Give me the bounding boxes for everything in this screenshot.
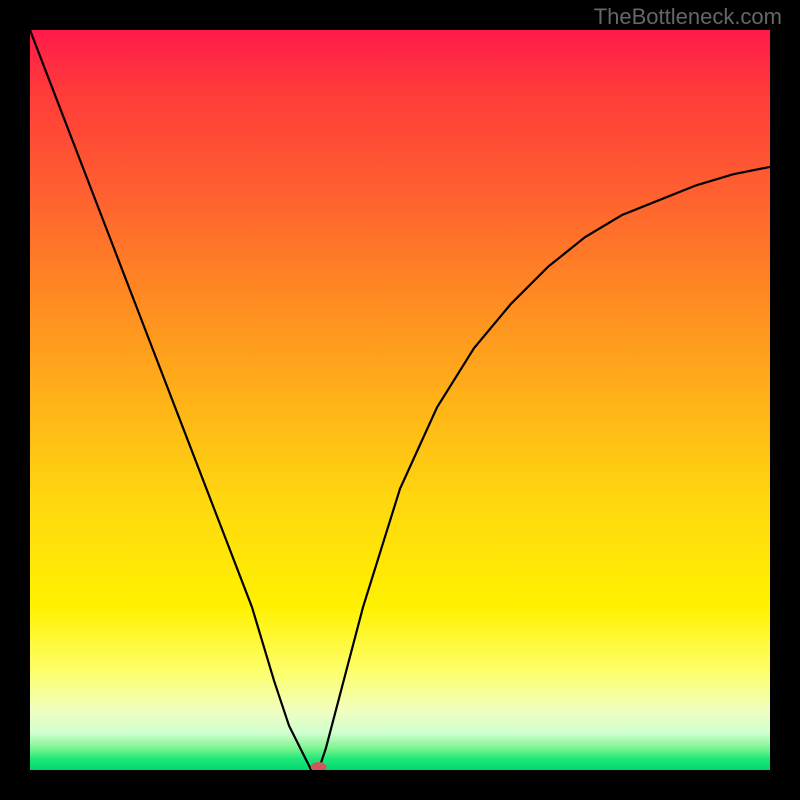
min-marker — [311, 762, 327, 770]
chart-svg — [30, 30, 770, 770]
bottleneck-curve — [30, 30, 770, 770]
chart-plot-area — [30, 30, 770, 770]
watermark-text: TheBottleneck.com — [594, 4, 782, 30]
